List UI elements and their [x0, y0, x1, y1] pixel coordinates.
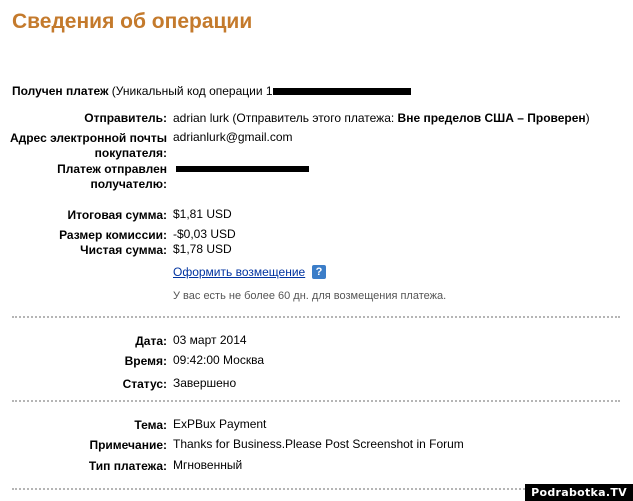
watermark: Podrabotka.TV: [525, 484, 633, 501]
payment-received-line: Получен платеж (Уникальный код операции …: [12, 84, 411, 98]
date-value: 03 март 2014: [173, 333, 247, 347]
buyer-email-value: adrianlurk@gmail.com: [173, 130, 293, 144]
payment-type-value: Мгновенный: [173, 458, 243, 472]
status-label: Статус:: [122, 377, 167, 391]
buyer-email-label-line1: Адрес электронной почты: [9, 131, 167, 145]
sender-suffix: ): [585, 111, 590, 125]
time-label: Время:: [124, 354, 167, 368]
subject-label: Тема:: [134, 418, 167, 432]
net-amount-value: $1,78 USD: [173, 242, 232, 256]
total-amount-value: $1,81 USD: [173, 207, 232, 221]
redacted-recipient: [176, 166, 309, 172]
time-value: 09:42:00 Москва: [173, 353, 265, 367]
sender-label: Отправитель:: [84, 111, 167, 125]
sent-to-label-line2: получателю:: [90, 177, 167, 191]
divider: [12, 400, 620, 402]
redacted-transaction-id: [272, 88, 411, 96]
net-amount-label: Чистая сумма:: [80, 243, 167, 257]
divider: [12, 488, 525, 490]
sender-status: Вне пределов США – Проверен: [397, 111, 586, 125]
transaction-code-label: (Уникальный код операции 1: [108, 84, 273, 98]
date-label: Дата:: [135, 334, 167, 348]
help-icon[interactable]: ?: [312, 265, 326, 279]
payment-note-label: Примечание:: [89, 438, 167, 452]
sent-to-label-line1: Платеж отправлен: [57, 162, 167, 176]
buyer-email-label-line2: покупателя:: [94, 146, 167, 160]
divider: [12, 316, 620, 318]
total-amount-label: Итоговая сумма:: [67, 208, 167, 222]
subject-value: ExPBux Payment: [173, 417, 267, 431]
payment-type-label: Тип платежа:: [88, 459, 167, 473]
status-value: Завершено: [173, 376, 237, 390]
payment-note-value: Thanks for Business.Please Post Screensh…: [173, 437, 464, 451]
fee-label: Размер комиссии:: [59, 228, 167, 242]
sender-name: adrian lurk (Отправитель этого платежа:: [173, 111, 398, 125]
refund-deadline-note: У вас есть не более 60 дн. для возмещени…: [173, 290, 447, 302]
fee-value: -$0,03 USD: [173, 227, 236, 241]
payment-received-label: Получен платеж: [12, 84, 109, 98]
page-title: Сведения об операции: [12, 10, 253, 33]
issue-refund-link[interactable]: Оформить возмещение: [173, 265, 305, 279]
sender-value: adrian lurk (Отправитель этого платежа: …: [173, 111, 590, 126]
